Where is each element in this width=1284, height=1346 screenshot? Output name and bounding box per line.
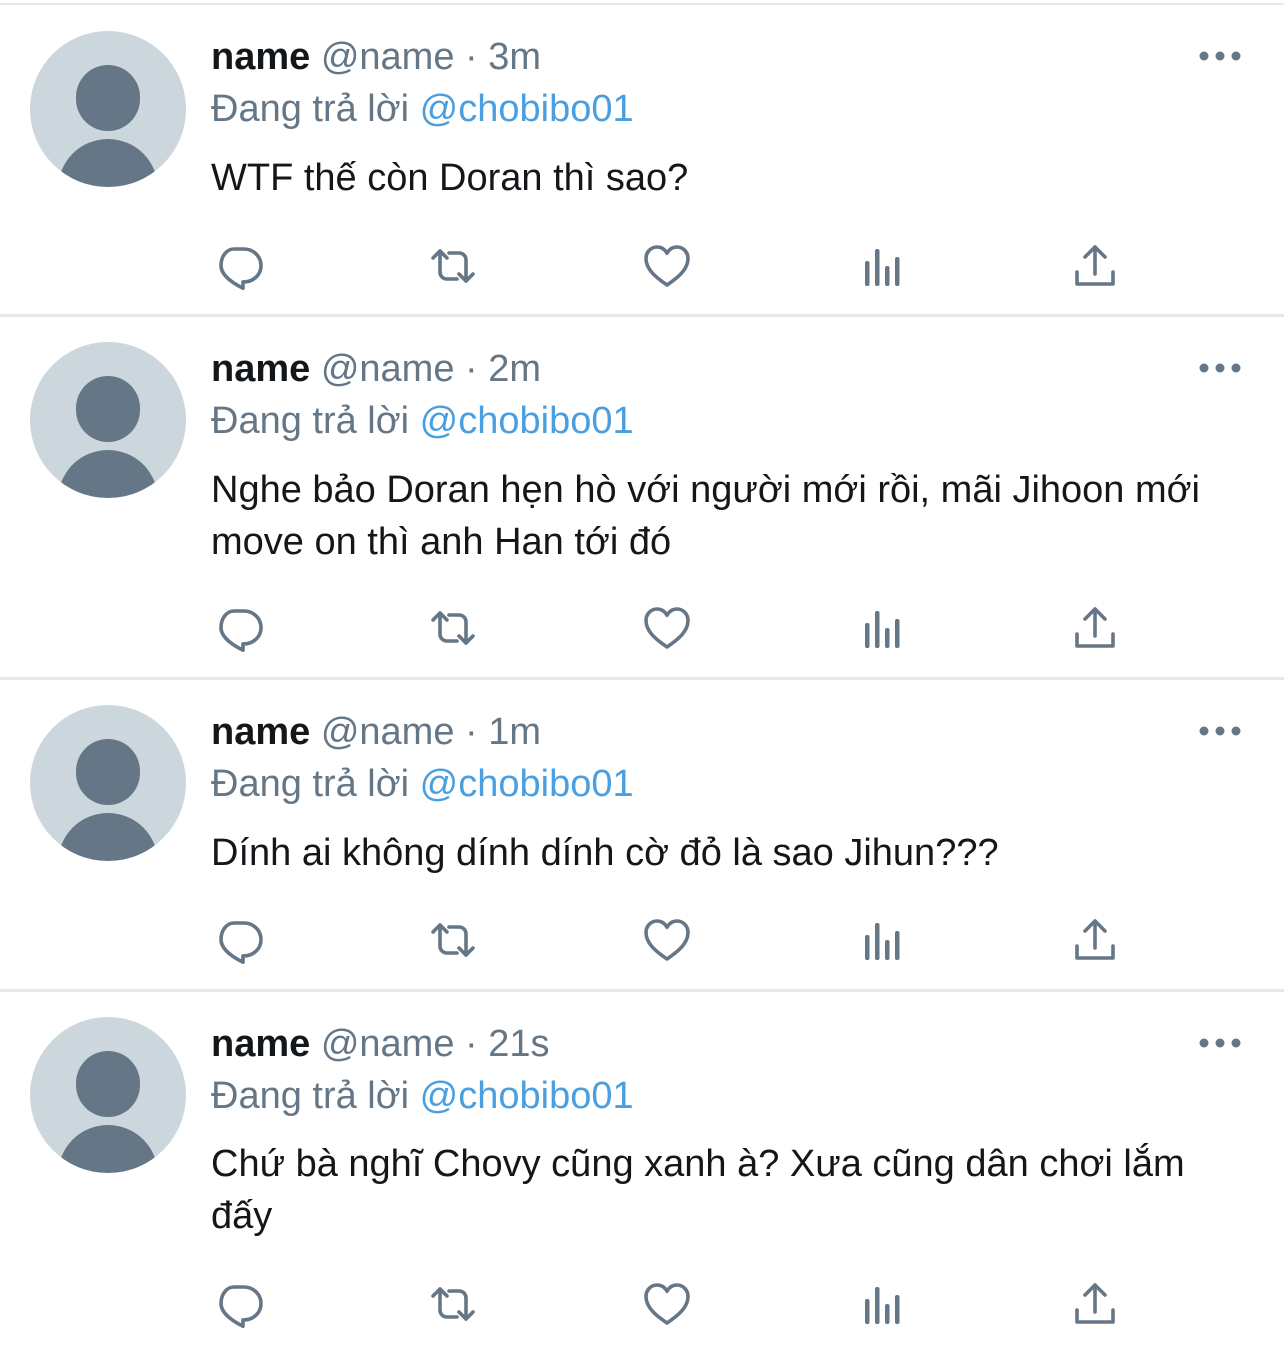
analytics-icon[interactable] [853, 912, 909, 968]
replying-to-handle[interactable]: @chobibo01 [420, 763, 634, 805]
replying-to-label: Đang trả lời [211, 400, 410, 442]
tweet-header: name @name · 2m [211, 346, 541, 392]
display-name[interactable]: name [211, 348, 310, 390]
top-divider [0, 3, 1284, 5]
reply-icon[interactable] [211, 600, 267, 656]
avatar-head-shape [76, 65, 140, 131]
replying-to-label: Đang trả lời [211, 88, 410, 130]
avatar-head-shape [76, 376, 140, 442]
reply-icon[interactable] [211, 912, 267, 968]
replying-to-line: Đang trả lời @chobibo01 [211, 86, 634, 132]
analytics-icon[interactable] [853, 1276, 909, 1332]
heart-icon[interactable] [639, 238, 695, 294]
analytics-icon[interactable] [853, 238, 909, 294]
replying-to-label: Đang trả lời [211, 763, 410, 805]
replying-to-line: Đang trả lời @chobibo01 [211, 1073, 634, 1119]
share-icon[interactable] [1067, 600, 1123, 656]
replying-to-label: Đang trả lời [211, 1075, 410, 1117]
avatar[interactable] [30, 705, 186, 861]
display-name[interactable]: name [211, 36, 310, 78]
reply-icon[interactable] [211, 238, 267, 294]
replying-to-handle[interactable]: @chobibo01 [420, 1075, 634, 1117]
tweet-actions [211, 600, 1131, 656]
share-icon[interactable] [1067, 238, 1123, 294]
retweet-icon[interactable] [425, 1276, 481, 1332]
display-name[interactable]: name [211, 711, 310, 753]
replying-to-handle[interactable]: @chobibo01 [420, 400, 634, 442]
display-name[interactable]: name [211, 1023, 310, 1065]
heart-icon[interactable] [639, 1276, 695, 1332]
retweet-icon[interactable] [425, 912, 481, 968]
tweet-header: name @name · 21s [211, 1021, 550, 1067]
more-horizontal-icon[interactable] [1198, 358, 1242, 378]
retweet-icon[interactable] [425, 600, 481, 656]
user-handle[interactable]: @name [321, 36, 455, 78]
avatar[interactable] [30, 342, 186, 498]
share-icon[interactable] [1067, 912, 1123, 968]
tweet-text: Chứ bà nghĩ Chovy cũng xanh à? Xưa cũng … [211, 1143, 1185, 1237]
replying-to-line: Đang trả lời @chobibo01 [211, 398, 634, 444]
timestamp[interactable]: 3m [488, 36, 541, 78]
tweet-header: name @name · 1m [211, 709, 541, 755]
user-handle[interactable]: @name [321, 711, 455, 753]
retweet-icon[interactable] [425, 238, 481, 294]
user-handle[interactable]: @name [321, 1023, 455, 1065]
avatar-body-shape [58, 450, 158, 498]
avatar-body-shape [58, 813, 158, 861]
tweet-divider [0, 677, 1284, 680]
analytics-icon[interactable] [853, 600, 909, 656]
timestamp[interactable]: 21s [488, 1023, 549, 1065]
avatar-head-shape [76, 739, 140, 805]
more-horizontal-icon[interactable] [1198, 46, 1242, 66]
tweet-divider [0, 989, 1284, 992]
more-horizontal-icon[interactable] [1198, 1033, 1242, 1053]
heart-icon[interactable] [639, 912, 695, 968]
separator-dot: · [465, 711, 478, 753]
timestamp[interactable]: 2m [488, 348, 541, 390]
timestamp[interactable]: 1m [488, 711, 541, 753]
tweet-actions [211, 238, 1131, 294]
tweet-text: WTF thế còn Doran thì sao? [211, 157, 689, 199]
separator-dot: · [465, 36, 478, 78]
replying-to-handle[interactable]: @chobibo01 [420, 88, 634, 130]
tweet-text: Dính ai không dính dính cờ đỏ là sao Jih… [211, 832, 999, 874]
replying-to-line: Đang trả lời @chobibo01 [211, 761, 634, 807]
reply-icon[interactable] [211, 1276, 267, 1332]
avatar-head-shape [76, 1051, 140, 1117]
heart-icon[interactable] [639, 600, 695, 656]
avatar-body-shape [58, 1125, 158, 1173]
share-icon[interactable] [1067, 1276, 1123, 1332]
tweet-actions [211, 912, 1131, 968]
avatar[interactable] [30, 31, 186, 187]
tweet-header: name @name · 3m [211, 34, 541, 80]
tweet-divider [0, 314, 1284, 317]
avatar[interactable] [30, 1017, 186, 1173]
tweet-actions [211, 1276, 1131, 1332]
tweet-text: Nghe bảo Doran hẹn hò với người mới rồi,… [211, 469, 1201, 563]
separator-dot: · [465, 348, 478, 390]
user-handle[interactable]: @name [321, 348, 455, 390]
more-horizontal-icon[interactable] [1198, 721, 1242, 741]
separator-dot: · [465, 1023, 478, 1065]
avatar-body-shape [58, 139, 158, 187]
